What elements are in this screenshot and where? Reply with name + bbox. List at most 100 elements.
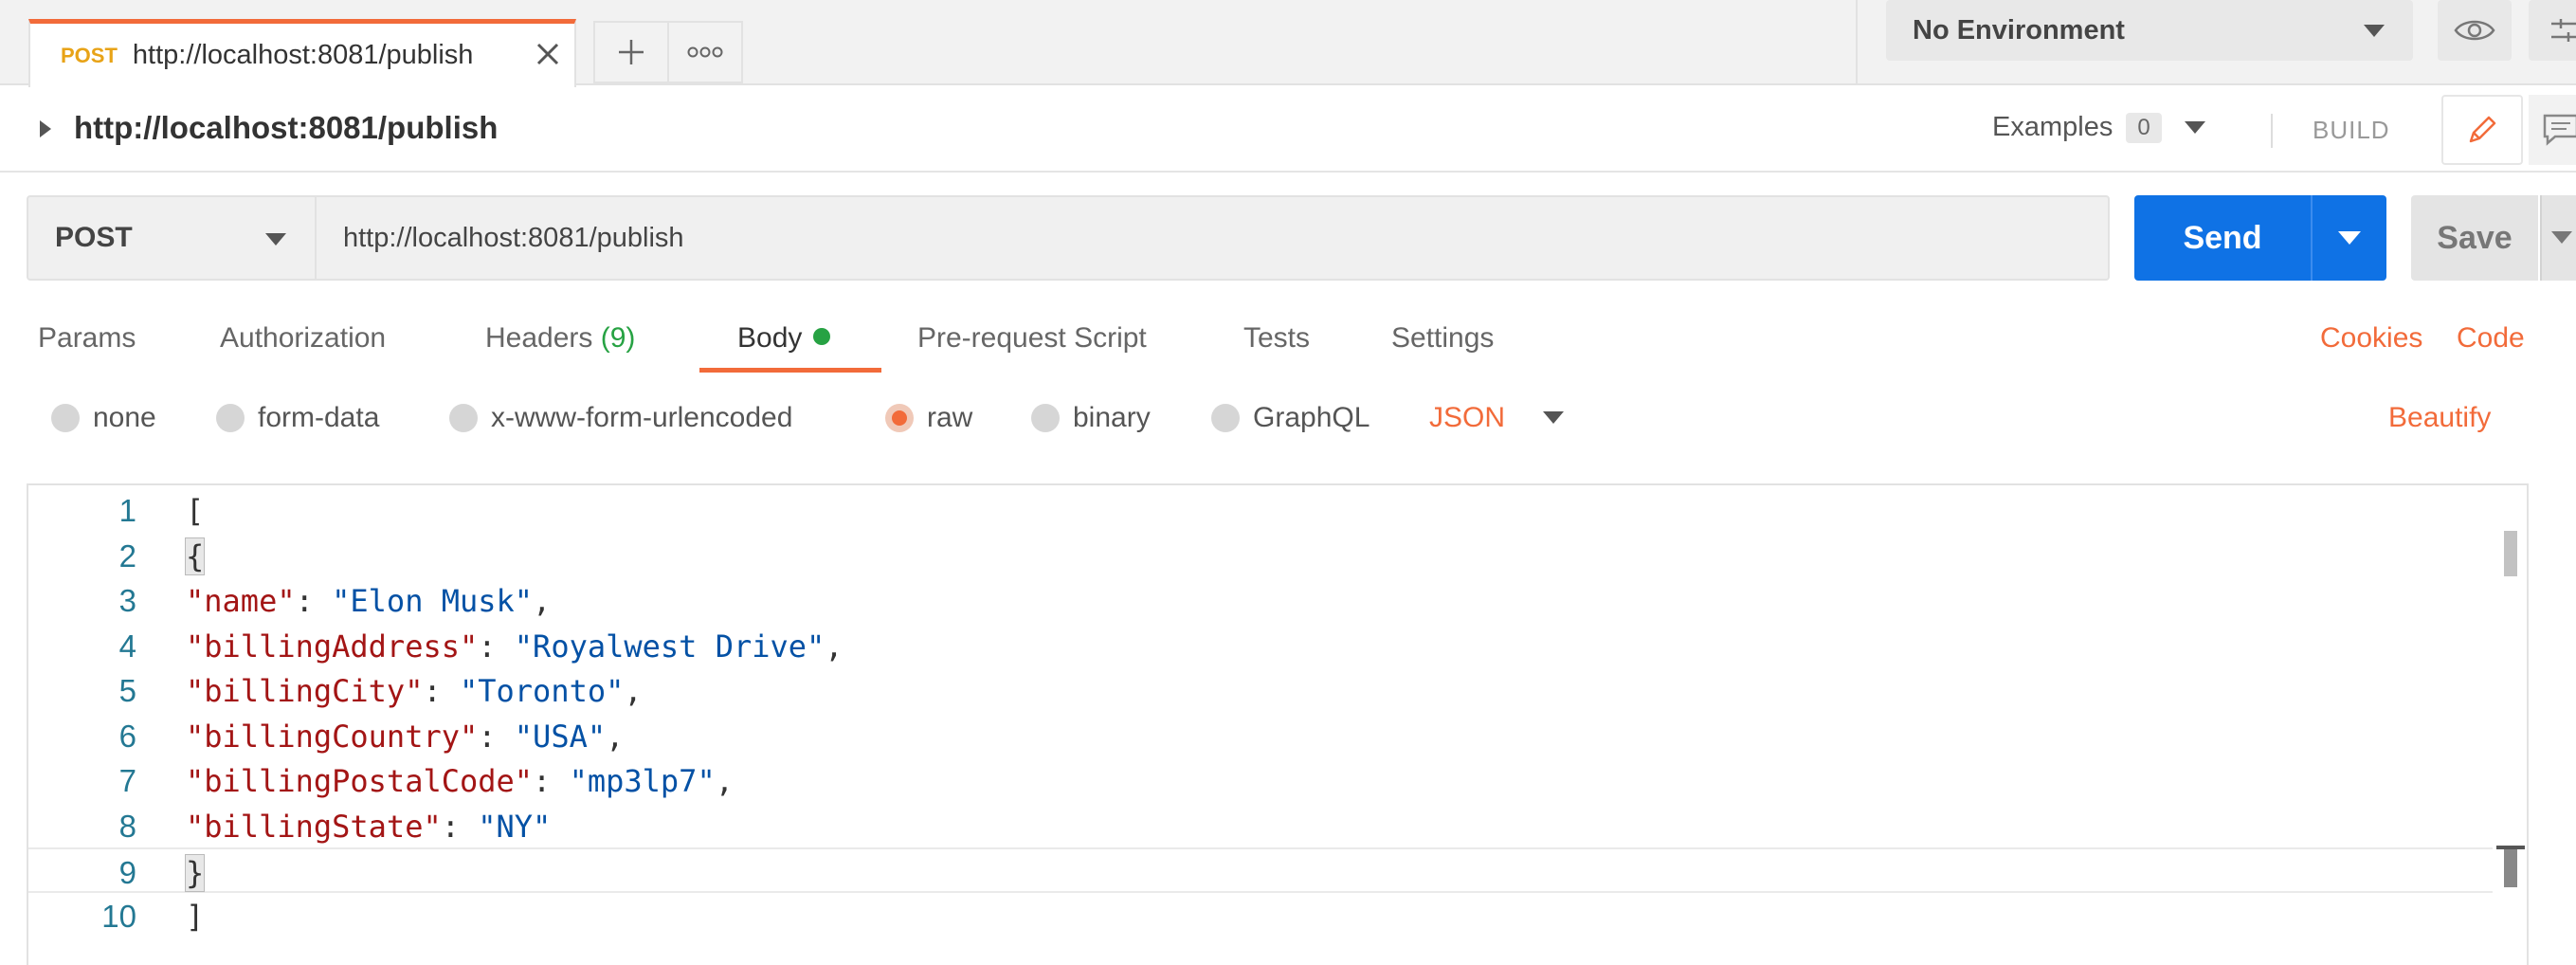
json-separator: :: [295, 583, 333, 619]
line-number: 6: [118, 718, 136, 754]
radio-selected-icon: [885, 404, 914, 432]
chevron-down-icon: [265, 233, 286, 246]
beautify-link[interactable]: Beautify: [2388, 402, 2491, 434]
tab-tests[interactable]: Tests: [1243, 322, 1310, 355]
edit-button[interactable]: [2441, 95, 2523, 165]
code-line[interactable]: 3 "name": "Elon Musk",: [28, 577, 2493, 623]
body-type-form-data[interactable]: form-data: [216, 402, 379, 434]
tab-authorization[interactable]: Authorization: [220, 322, 386, 355]
json-value: "USA": [514, 718, 607, 755]
line-number: 2: [118, 537, 136, 574]
code-line[interactable]: 4 "billingAddress": "Royalwest Drive",: [28, 623, 2493, 668]
save-button[interactable]: Save: [2411, 195, 2538, 281]
code-text: {: [184, 537, 206, 575]
send-button[interactable]: Send: [2134, 195, 2311, 281]
line-number: 5: [118, 673, 136, 708]
tab-body[interactable]: Body: [737, 322, 831, 355]
manage-environments-button[interactable]: [2529, 0, 2576, 61]
json-key: "billingAddress": [186, 628, 479, 665]
request-tab-bar: POST http://localhost:8081/publish No En…: [0, 0, 2576, 87]
code-text: ]: [186, 899, 204, 935]
save-options-button[interactable]: [2540, 195, 2576, 281]
body-type-binary[interactable]: binary: [1031, 402, 1151, 434]
code-line[interactable]: 9}: [28, 847, 2493, 893]
close-tab-icon[interactable]: [531, 37, 565, 71]
scrollbar-cursor-marker: [2504, 849, 2517, 887]
json-comma: ,: [533, 583, 552, 619]
json-comma: ,: [606, 718, 625, 755]
tab-options-button[interactable]: [667, 21, 743, 83]
code-line[interactable]: 7 "billingPostalCode": "mp3lp7",: [28, 757, 2493, 803]
body-type-raw[interactable]: raw: [885, 402, 972, 434]
json-value: "mp3lp7": [569, 763, 716, 799]
comments-button[interactable]: [2529, 95, 2576, 165]
code-text: "billingState": "NY": [186, 809, 551, 845]
json-key: "name": [186, 583, 296, 619]
body-type-label: form-data: [258, 402, 380, 433]
json-separator: :: [423, 673, 460, 709]
http-method-label: POST: [55, 222, 133, 253]
radio-icon: [449, 404, 478, 432]
eye-icon: [2454, 20, 2495, 41]
environment-select[interactable]: No Environment: [1886, 0, 2413, 61]
tab-settings[interactable]: Settings: [1391, 322, 1494, 355]
json-comma: ,: [825, 628, 844, 665]
examples-count-badge: 0: [2126, 112, 2162, 143]
code-text: }: [184, 854, 206, 892]
json-comma: ,: [624, 673, 643, 709]
new-tab-button[interactable]: [593, 21, 669, 83]
send-options-button[interactable]: [2311, 195, 2386, 281]
line-number: 7: [118, 763, 136, 798]
url-value: http://localhost:8081/publish: [343, 222, 684, 253]
body-type-label: GraphQL: [1253, 402, 1370, 433]
radio-icon: [1211, 404, 1240, 432]
code-text: "billingCountry": "USA",: [186, 719, 624, 755]
raw-format-select[interactable]: JSON: [1429, 402, 1565, 434]
body-type-none[interactable]: none: [51, 402, 156, 434]
code-line[interactable]: 6 "billingCountry": "USA",: [28, 713, 2493, 758]
environment-area: No Environment: [1856, 0, 2576, 85]
json-separator: :: [478, 718, 515, 755]
json-value: "Royalwest Drive": [514, 628, 825, 665]
environment-quick-look-button[interactable]: [2438, 0, 2512, 61]
code-text: "billingCity": "Toronto",: [186, 673, 643, 709]
expand-triangle-icon[interactable]: [38, 119, 53, 138]
body-code-editor[interactable]: 1[2{3 "name": "Elon Musk", 4 "billingAddres…: [27, 483, 2529, 965]
request-tab[interactable]: POST http://localhost:8081/publish: [28, 19, 576, 87]
cookies-link[interactable]: Cookies: [2320, 322, 2422, 355]
code-line[interactable]: 1[: [28, 487, 2493, 533]
json-separator: :: [533, 763, 570, 799]
code-link[interactable]: Code: [2457, 322, 2525, 355]
tab-headers-label: Headers: [485, 322, 593, 354]
line-number: 9: [118, 855, 136, 890]
code-text: "billingAddress": "Royalwest Drive",: [186, 628, 844, 665]
body-type-label: raw: [927, 402, 973, 433]
editor-scrollbar-thumb[interactable]: [2504, 531, 2517, 576]
code-line[interactable]: 10]: [28, 893, 2493, 938]
body-type-graphql[interactable]: GraphQL: [1211, 402, 1370, 434]
line-number: 1: [118, 493, 136, 528]
code-line[interactable]: 5 "billingCity": "Toronto",: [28, 667, 2493, 713]
json-value: "Elon Musk": [332, 583, 534, 619]
json-value: "Toronto": [459, 673, 625, 709]
request-name[interactable]: http://localhost:8081/publish: [74, 110, 498, 146]
http-method-select[interactable]: POST: [27, 195, 315, 281]
tab-headers[interactable]: Headers (9): [485, 322, 635, 355]
url-input[interactable]: http://localhost:8081/publish: [315, 195, 2110, 281]
build-mode-label[interactable]: BUILD: [2313, 116, 2390, 145]
comment-icon: [2543, 114, 2576, 146]
tab-params[interactable]: Params: [38, 322, 136, 355]
json-key: "billingPostalCode": [186, 763, 534, 799]
raw-format-label: JSON: [1429, 402, 1506, 433]
body-type-urlencoded[interactable]: x-www-form-urlencoded: [449, 402, 792, 434]
json-key: "billingCountry": [186, 718, 479, 755]
environment-label: No Environment: [1913, 14, 2125, 46]
request-tabs: Params Authorization Headers (9) Body Pr…: [0, 301, 2576, 377]
examples-dropdown[interactable]: Examples 0: [1992, 112, 2205, 143]
tab-pre-request-script[interactable]: Pre-request Script: [917, 322, 1147, 355]
code-line[interactable]: 8 "billingState": "NY": [28, 803, 2493, 848]
request-title-row: http://localhost:8081/publish Examples 0…: [0, 87, 2576, 173]
json-separator: :: [478, 628, 515, 665]
code-line[interactable]: 2{: [28, 533, 2493, 578]
tab-method: POST: [61, 43, 118, 67]
